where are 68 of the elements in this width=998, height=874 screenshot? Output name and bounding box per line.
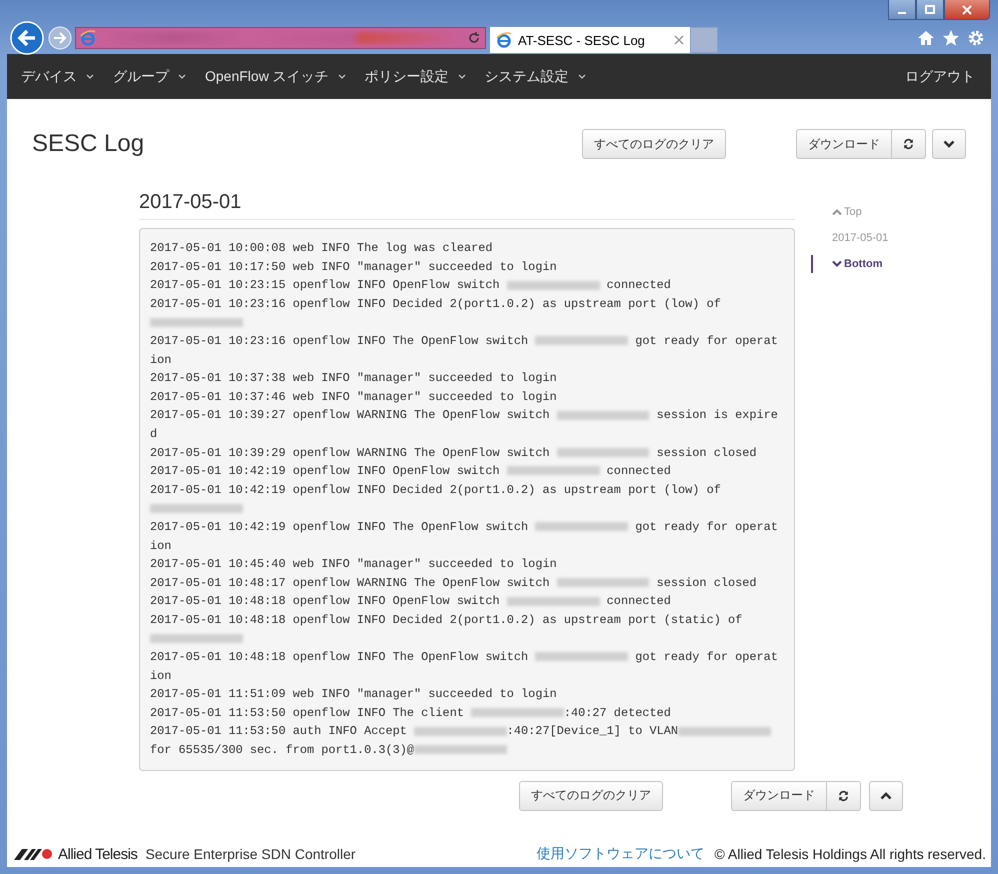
copyright-text: © Allied Telesis Holdings All rights reserved.	[714, 846, 986, 862]
minimize-button[interactable]	[888, 0, 916, 20]
log-line: 2017-05-01 10:42:19 openflow INFO Decided 2(port1.0.2) as upstream port (low) of	[150, 480, 785, 518]
log-line: 2017-05-01 10:48:18 openflow INFO The OpenFlow switch got ready for operation	[150, 649, 779, 685]
log-line: 2017-05-01 10:48:18 openflow INFO OpenFlow switch connected	[150, 593, 672, 610]
browser-logo-icon	[496, 32, 512, 48]
refresh-icon[interactable]	[467, 31, 481, 45]
forward-button[interactable]	[48, 26, 72, 50]
nav-menu-item[interactable]: グループ	[113, 68, 186, 86]
close-icon[interactable]	[674, 35, 684, 45]
nav-menu-item[interactable]: システム設定	[484, 68, 586, 86]
log-line: 2017-05-01 10:23:16 openflow INFO Decided 2(port1.0.2) as upstream port (low) of	[150, 294, 785, 332]
software-info-link[interactable]: 使用ソフトウェアについて	[536, 845, 704, 863]
nav-menu-item[interactable]: OpenFlow スイッチ	[205, 68, 346, 86]
product-name: Secure Enterprise SDN Controller	[145, 846, 356, 862]
clear-logs-button[interactable]: すべてのログのクリア	[582, 129, 726, 159]
log-line: 2017-05-01 10:00:08 web INFO The log was cleared	[150, 240, 494, 257]
scroll-up-button[interactable]	[869, 780, 903, 811]
browser-tab[interactable]: AT-SESC - SESC Log	[490, 27, 690, 53]
log-line: 2017-05-01 10:37:46 web INFO "manager" succeeded to login	[150, 388, 558, 406]
nav-menu-item[interactable]: ポリシー設定	[364, 68, 466, 86]
log-line: 2017-05-01 11:53:50 openflow INFO The client :40:27 detected	[150, 704, 672, 722]
refresh-button[interactable]	[827, 780, 861, 811]
browser-logo-icon	[80, 30, 96, 46]
caret-icon	[86, 74, 94, 80]
brand-name: Allied Telesis	[58, 846, 138, 862]
home-icon[interactable]	[917, 29, 935, 47]
caret-icon	[458, 74, 466, 80]
caret-icon	[578, 74, 586, 80]
refresh-button[interactable]	[892, 129, 926, 159]
log-line: 2017-05-01 10:17:50 web INFO "manager" succeeded to login	[150, 258, 558, 276]
scroll-down-button[interactable]	[932, 129, 966, 159]
chevron-down-icon	[832, 260, 842, 268]
download-button[interactable]: ダウンロード	[731, 780, 827, 811]
log-line: 2017-05-01 10:23:15 openflow INFO OpenFlow switch connected	[150, 277, 672, 294]
log-line: 2017-05-01 10:23:16 openflow INFO The OpenFlow switch got ready for operation	[150, 332, 779, 369]
download-button[interactable]: ダウンロード	[796, 129, 892, 159]
refresh-icon	[903, 137, 914, 151]
section-heading: 2017-05-01	[139, 191, 795, 220]
logout-link[interactable]: ログアウト	[905, 68, 975, 86]
chevron-up-icon	[880, 790, 892, 801]
close-button[interactable]	[944, 0, 990, 20]
log-line: 2017-05-01 10:45:40 web INFO "manager" succeeded to login	[150, 556, 558, 574]
nav-menu-item[interactable]: デバイス	[21, 68, 94, 86]
log-line: 2017-05-01 10:42:19 openflow INFO The OpenFlow switch got ready for operation	[150, 518, 779, 554]
caret-icon	[338, 74, 346, 80]
log-line: 2017-05-01 10:37:38 web INFO "manager" succeeded to login	[150, 370, 558, 388]
log-line: 2017-05-01 10:42:19 openflow INFO OpenFlow switch connected	[150, 463, 672, 480]
chevron-down-icon	[943, 139, 955, 149]
settings-icon[interactable]	[967, 29, 985, 47]
star-icon[interactable]	[942, 29, 960, 47]
back-button[interactable]	[10, 21, 44, 55]
side-nav-link[interactable]: Bottom	[811, 255, 888, 273]
clear-logs-button[interactable]: すべてのログのクリア	[519, 780, 663, 811]
refresh-icon	[838, 788, 849, 803]
minimize-icon	[898, 12, 906, 14]
close-icon	[962, 4, 972, 14]
maximize-icon	[925, 4, 935, 14]
caret-icon	[178, 74, 186, 80]
log-line: 2017-05-01 10:48:17 openflow WARNING The OpenFlow switch session closed	[150, 574, 758, 592]
page-title: SESC Log	[32, 130, 146, 158]
log-line: 2017-05-01 10:48:18 openflow INFO Decided 2(port1.0.2) as upstream port (static) of	[150, 610, 785, 648]
log-line: 2017-05-01 10:39:29 openflow WARNING The OpenFlow switch session closed	[150, 444, 758, 462]
chevron-up-icon	[832, 208, 842, 216]
log-line: 2017-05-01 11:53:50 auth INFO Accept :40:27[Device_1] to VLAN for 65535/300 sec. from port1.0.3(3)@	[150, 722, 785, 760]
maximize-button[interactable]	[916, 0, 944, 20]
log-line: 2017-05-01 11:51:09 web INFO "manager" succeeded to login	[150, 686, 558, 704]
brand-logo-icon	[14, 847, 54, 861]
